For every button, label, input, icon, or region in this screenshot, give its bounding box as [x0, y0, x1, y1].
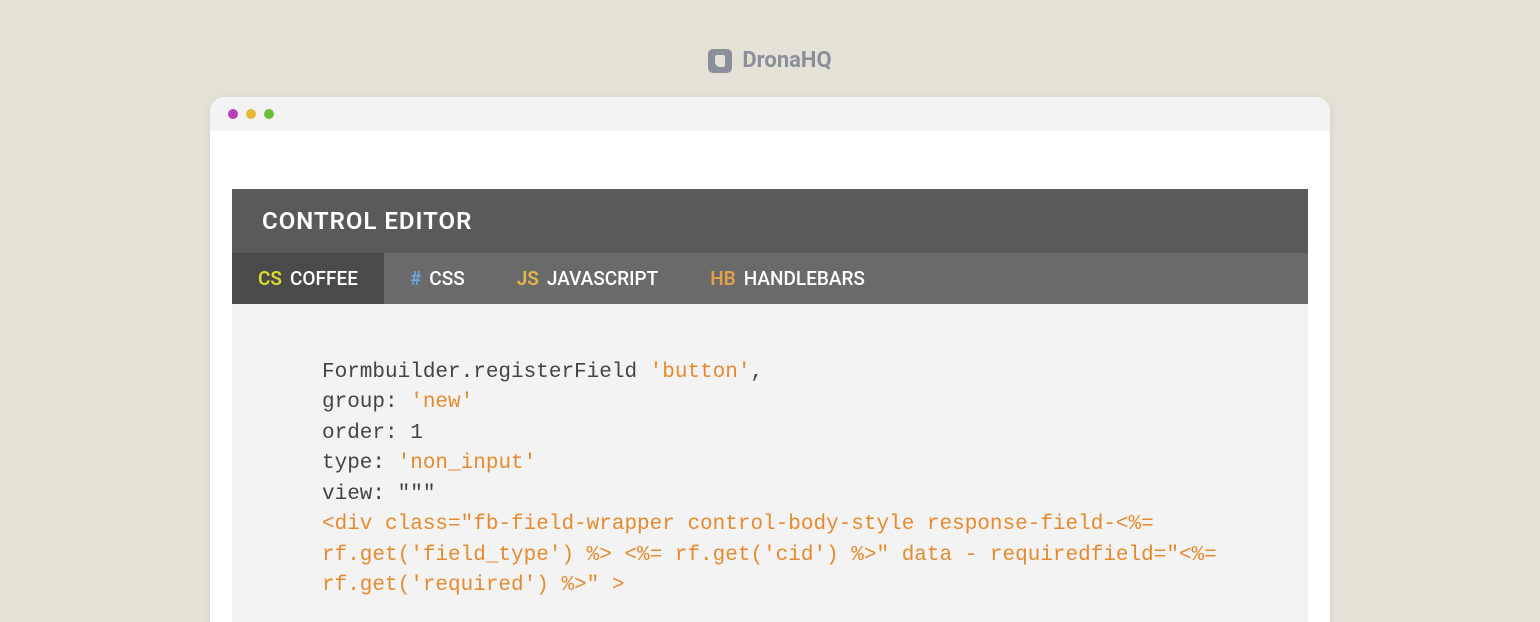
editor-tabs: CS COFFEE # CSS JS JAVASCRIPT HB HANDLEBARS [232, 253, 1308, 304]
brand-icon [708, 49, 732, 73]
tab-handlebars[interactable]: HB HANDLEBARS [684, 253, 891, 304]
tab-prefix: # [410, 267, 421, 290]
window-titlebar [210, 97, 1330, 131]
code-line: Formbuilder.registerField 'button', [322, 358, 1218, 388]
code-line: <div class="fb-field-wrapper control-bod… [322, 510, 1218, 601]
minimize-icon[interactable] [246, 109, 256, 119]
tab-coffee[interactable]: CS COFFEE [232, 253, 384, 304]
close-icon[interactable] [228, 109, 238, 119]
code-line: group: 'new' [322, 388, 1218, 418]
tab-label: HANDLEBARS [744, 267, 865, 290]
tab-javascript[interactable]: JS JAVASCRIPT [491, 253, 685, 304]
code-editor[interactable]: Formbuilder.registerField 'button', grou… [232, 304, 1308, 622]
code-line: type: 'non_input' [322, 449, 1218, 479]
tab-label: JAVASCRIPT [547, 267, 658, 290]
tab-prefix: HB [710, 267, 736, 290]
editor-title: CONTROL EDITOR [232, 189, 1308, 253]
brand-name: DronaHQ [742, 48, 831, 73]
maximize-icon[interactable] [264, 109, 274, 119]
app-window: CONTROL EDITOR CS COFFEE # CSS JS JAVASCRIPT H… [210, 97, 1330, 622]
code-line: view: """ [322, 480, 1218, 510]
brand-header: DronaHQ [0, 0, 1540, 97]
tab-prefix: JS [517, 267, 539, 290]
code-line: order: 1 [322, 419, 1218, 449]
tab-label: CSS [429, 267, 464, 290]
tab-prefix: CS [258, 267, 282, 290]
window-body: CONTROL EDITOR CS COFFEE # CSS JS JAVASCRIPT H… [210, 131, 1330, 622]
tab-css[interactable]: # CSS [384, 253, 491, 304]
tab-label: COFFEE [290, 267, 358, 290]
